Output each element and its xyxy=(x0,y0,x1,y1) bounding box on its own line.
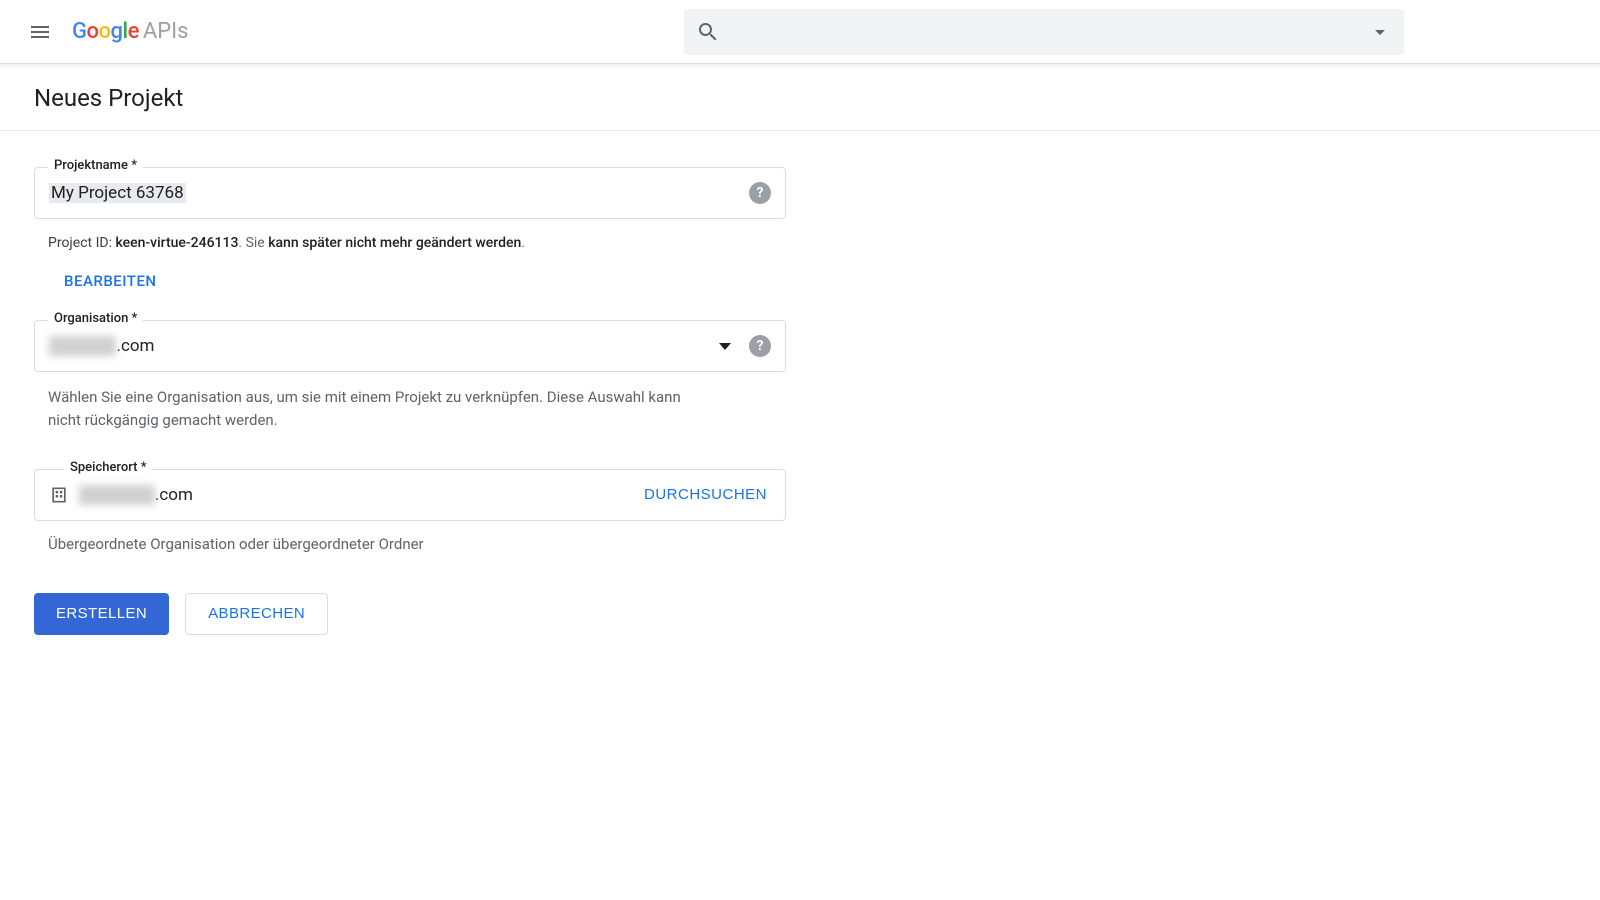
organisation-helper: Wählen Sie eine Organisation aus, um sie… xyxy=(48,386,688,433)
hamburger-icon xyxy=(28,20,52,44)
logo-product: APIs xyxy=(143,19,189,44)
page-title: Neues Projekt xyxy=(0,64,1600,131)
help-icon[interactable]: ? xyxy=(749,182,771,204)
help-icon[interactable]: ? xyxy=(749,335,771,357)
chevron-down-icon[interactable] xyxy=(719,343,731,350)
speicherort-box: xxxxxxxxx.com DURCHSUCHEN xyxy=(34,469,786,521)
speicherort-label: Speicherort * xyxy=(64,460,152,475)
speicherort-field: Speicherort * xxxxxxxxx.com DURCHSUCHEN xyxy=(34,469,786,521)
projectname-label: Projektname * xyxy=(48,158,143,173)
speicherort-value-redacted: xxxxxxxxx xyxy=(79,485,155,505)
form-content: Projektname * My Project 63768 ? Project… xyxy=(0,131,820,671)
building-icon xyxy=(49,485,69,505)
create-button[interactable]: ERSTELLEN xyxy=(34,593,169,635)
projectname-input[interactable]: My Project 63768 xyxy=(49,183,186,203)
edit-project-id-button[interactable]: BEARBEITEN xyxy=(64,272,157,290)
cancel-button[interactable]: ABBRECHEN xyxy=(185,593,328,635)
organisation-value: xxxxxxxx.com xyxy=(49,336,711,356)
search-bar[interactable] xyxy=(684,9,1404,55)
action-row: ERSTELLEN ABBRECHEN xyxy=(34,593,786,635)
menu-button[interactable] xyxy=(16,8,64,56)
projectname-field: Projektname * My Project 63768 ? xyxy=(34,167,786,219)
organisation-field: Organisation * xxxxxxxx.com ? xyxy=(34,320,786,372)
logo-google: Google xyxy=(72,19,139,44)
projectname-box[interactable]: My Project 63768 ? xyxy=(34,167,786,219)
project-id-helper: Project ID: keen-virtue-246113. Sie kann… xyxy=(48,233,786,254)
chevron-down-icon[interactable] xyxy=(1368,20,1392,44)
logo: Google APIs xyxy=(72,19,188,44)
organisation-select[interactable]: xxxxxxxx.com ? xyxy=(34,320,786,372)
speicherort-value: xxxxxxxxx.com xyxy=(79,485,634,505)
browse-button[interactable]: DURCHSUCHEN xyxy=(644,486,767,503)
speicherort-helper: Übergeordnete Organisation oder übergeor… xyxy=(48,535,786,553)
search-icon xyxy=(696,20,720,44)
organisation-value-redacted: xxxxxxxx xyxy=(49,336,116,356)
app-header: Google APIs xyxy=(0,0,1600,64)
organisation-label: Organisation * xyxy=(48,311,143,326)
